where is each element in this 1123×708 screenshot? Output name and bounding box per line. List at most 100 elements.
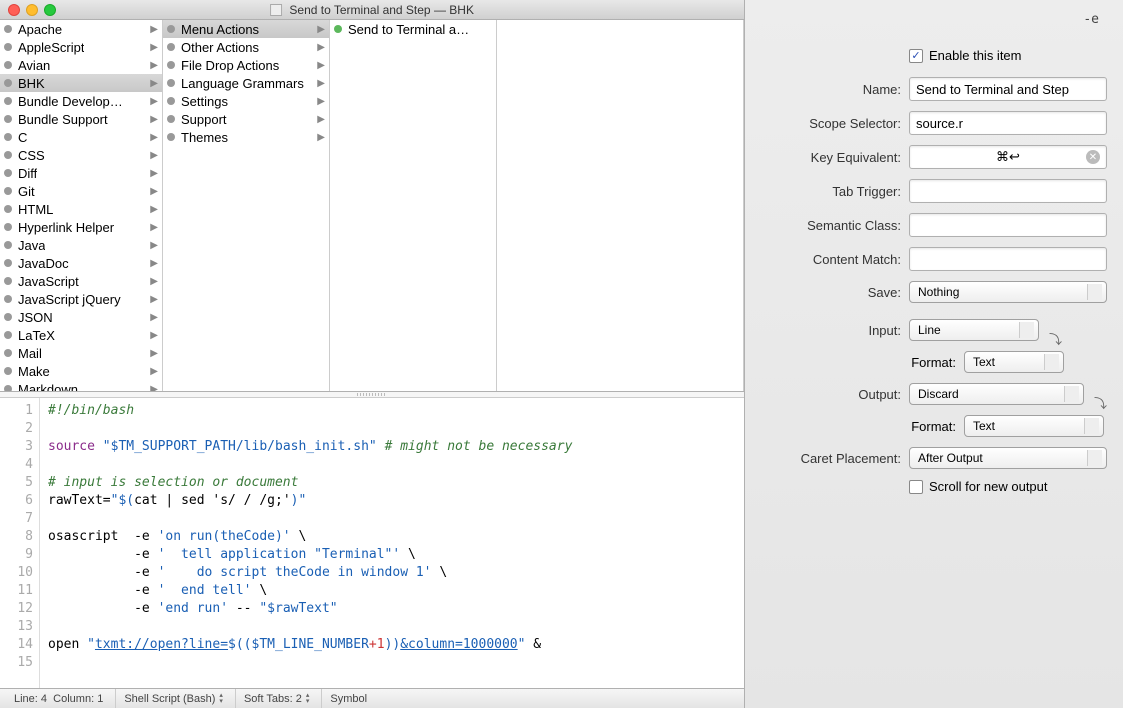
name-field[interactable]: [909, 77, 1107, 101]
column-item[interactable]: Mail▶: [0, 344, 162, 362]
column-item[interactable]: LaTeX▶: [0, 326, 162, 344]
code-area[interactable]: #!/bin/bash source "$TM_SUPPORT_PATH/lib…: [40, 398, 580, 688]
content-field[interactable]: [909, 247, 1107, 271]
column-item[interactable]: Menu Actions▶: [163, 20, 329, 38]
scroll-checkbox-row[interactable]: Scroll for new output: [909, 479, 1107, 494]
column-item-label: Language Grammars: [181, 76, 304, 91]
column-item[interactable]: Bundle Support ▶: [0, 110, 162, 128]
column-item[interactable]: Bundle Develop…▶: [0, 92, 162, 110]
key-field[interactable]: ⌘↩ ✕: [909, 145, 1107, 169]
column-item[interactable]: Java▶: [0, 236, 162, 254]
bundle-icon: [4, 43, 12, 51]
column-item[interactable]: Diff▶: [0, 164, 162, 182]
column-item[interactable]: Avian▶: [0, 56, 162, 74]
empty-column: [497, 20, 744, 391]
splitter[interactable]: [0, 392, 744, 398]
column-item[interactable]: Themes▶: [163, 128, 329, 146]
enable-label: Enable this item: [929, 48, 1022, 63]
bundle-editor-window: Send to Terminal and Step — BHK Apache▶A…: [0, 0, 745, 708]
stepper-icon[interactable]: ▴▾: [219, 693, 223, 705]
column-item[interactable]: Language Grammars▶: [163, 74, 329, 92]
arrow-icon: ⤵: [1094, 393, 1107, 412]
scope-field[interactable]: [909, 111, 1107, 135]
bundle-icon: [4, 169, 12, 177]
chevron-right-icon: ▶: [150, 294, 158, 305]
status-grammar[interactable]: Shell Script (Bash) ▴▾: [115, 689, 231, 708]
chevron-right-icon: ▶: [150, 114, 158, 125]
bundle-icon: [334, 25, 342, 33]
checkbox-icon[interactable]: [909, 480, 923, 494]
chevron-right-icon: ▶: [150, 78, 158, 89]
column-item[interactable]: JavaScript jQuery▶: [0, 290, 162, 308]
semantic-field[interactable]: [909, 213, 1107, 237]
document-icon: [270, 4, 282, 16]
clear-icon[interactable]: ✕: [1086, 150, 1100, 164]
column-item[interactable]: Hyperlink Helper▶: [0, 218, 162, 236]
sections-column[interactable]: Menu Actions▶Other Actions▶File Drop Act…: [163, 20, 330, 391]
chevron-right-icon: ▶: [150, 60, 158, 71]
column-item-label: Send to Terminal a…: [348, 22, 469, 37]
scope-label: Scope Selector:: [761, 116, 901, 131]
column-item-label: Java: [18, 238, 45, 253]
status-symbol[interactable]: Symbol: [321, 689, 375, 708]
column-item[interactable]: Git▶: [0, 182, 162, 200]
minimize-button[interactable]: [26, 4, 38, 16]
chevron-right-icon: ▶: [317, 114, 325, 125]
column-item-label: Make: [18, 364, 50, 379]
inspector-panel: -e ✓ Enable this item Name: Scope Select…: [745, 0, 1123, 708]
stepper-icon[interactable]: ▴▾: [306, 693, 310, 705]
save-select[interactable]: Nothing ▴▾: [909, 281, 1107, 303]
column-item[interactable]: Make ▶: [0, 362, 162, 380]
titlebar: Send to Terminal and Step — BHK: [0, 0, 744, 20]
bundle-icon: [167, 133, 175, 141]
bundles-column[interactable]: Apache▶AppleScript▶Avian▶BHK▶Bundle Deve…: [0, 20, 163, 391]
column-item[interactable]: Support▶: [163, 110, 329, 128]
column-item[interactable]: JavaScript▶: [0, 272, 162, 290]
input-format-select[interactable]: Text ▴▾: [964, 351, 1064, 373]
chevron-right-icon: ▶: [150, 366, 158, 377]
key-label: Key Equivalent:: [761, 150, 901, 165]
column-item[interactable]: Send to Terminal a…: [330, 20, 496, 38]
bundle-icon: [4, 223, 12, 231]
column-item-label: Menu Actions: [181, 22, 259, 37]
bundle-icon: [4, 61, 12, 69]
checkbox-icon[interactable]: ✓: [909, 49, 923, 63]
bundle-icon: [4, 205, 12, 213]
column-item[interactable]: C▶: [0, 128, 162, 146]
column-item[interactable]: JSON▶: [0, 308, 162, 326]
chevron-right-icon: ▶: [317, 132, 325, 143]
column-item[interactable]: Apache▶: [0, 20, 162, 38]
output-format-select[interactable]: Text ▴▾: [964, 415, 1104, 437]
bundle-icon: [167, 115, 175, 123]
column-item[interactable]: BHK▶: [0, 74, 162, 92]
column-item-label: Diff: [18, 166, 37, 181]
column-item-label: JavaDoc: [18, 256, 69, 271]
column-item[interactable]: Settings▶: [163, 92, 329, 110]
semantic-label: Semantic Class:: [761, 218, 901, 233]
column-item[interactable]: Markdown▶: [0, 380, 162, 391]
caret-select[interactable]: After Output ▴▾: [909, 447, 1107, 469]
close-button[interactable]: [8, 4, 20, 16]
column-item[interactable]: JavaDoc▶: [0, 254, 162, 272]
tab-field[interactable]: [909, 179, 1107, 203]
window-title: Send to Terminal and Step — BHK: [270, 3, 474, 17]
output-select[interactable]: Discard ▴▾: [909, 383, 1084, 405]
column-item[interactable]: CSS▶: [0, 146, 162, 164]
enable-checkbox-row[interactable]: ✓ Enable this item: [909, 48, 1107, 63]
line-gutter: 123456789101112131415: [0, 398, 40, 688]
items-column[interactable]: Send to Terminal a…: [330, 20, 497, 391]
column-item[interactable]: File Drop Actions▶: [163, 56, 329, 74]
column-item[interactable]: HTML▶: [0, 200, 162, 218]
input-select[interactable]: Line ▴▾: [909, 319, 1039, 341]
bundle-icon: [4, 241, 12, 249]
status-tabs[interactable]: Soft Tabs: 2 ▴▾: [235, 689, 317, 708]
chevron-right-icon: ▶: [150, 24, 158, 35]
column-item-label: Bundle Support: [18, 112, 108, 127]
column-item[interactable]: Other Actions▶: [163, 38, 329, 56]
column-item-label: JavaScript: [18, 274, 79, 289]
zoom-button[interactable]: [44, 4, 56, 16]
code-editor[interactable]: 123456789101112131415 #!/bin/bash source…: [0, 398, 744, 688]
column-item-label: HTML: [18, 202, 53, 217]
column-item[interactable]: AppleScript▶: [0, 38, 162, 56]
status-bar: Line: 4 Column: 1 Shell Script (Bash) ▴▾…: [0, 688, 744, 708]
